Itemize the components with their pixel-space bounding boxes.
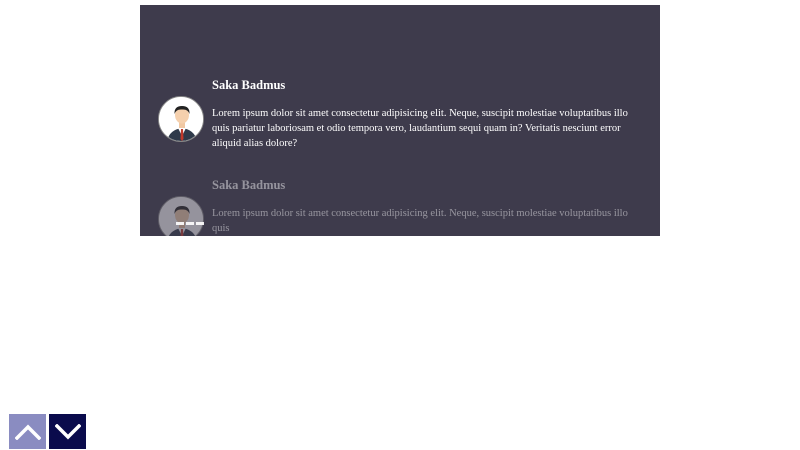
testimonial-author: Saka Badmus <box>212 78 286 92</box>
testimonial-author: Saka Badmus <box>212 178 286 192</box>
testimonial-slider: Saka Badmus Lorem ipsum dolor sit amet c… <box>140 5 660 236</box>
chevron-up-icon <box>14 424 41 440</box>
slider-dots <box>176 222 204 225</box>
chevron-down-icon <box>54 423 81 439</box>
scroll-up-button[interactable] <box>9 414 46 449</box>
slider-dot[interactable] <box>176 222 184 225</box>
testimonial-quote: Lorem ipsum dolor sit amet consectetur a… <box>212 208 628 234</box>
scroll-down-button[interactable] <box>49 414 86 449</box>
slider-dot[interactable] <box>186 222 194 225</box>
testimonial-quote: Lorem ipsum dolor sit amet consectetur a… <box>212 108 628 149</box>
avatar <box>158 96 204 142</box>
avatar <box>158 196 204 236</box>
slider-dot[interactable] <box>196 222 204 225</box>
